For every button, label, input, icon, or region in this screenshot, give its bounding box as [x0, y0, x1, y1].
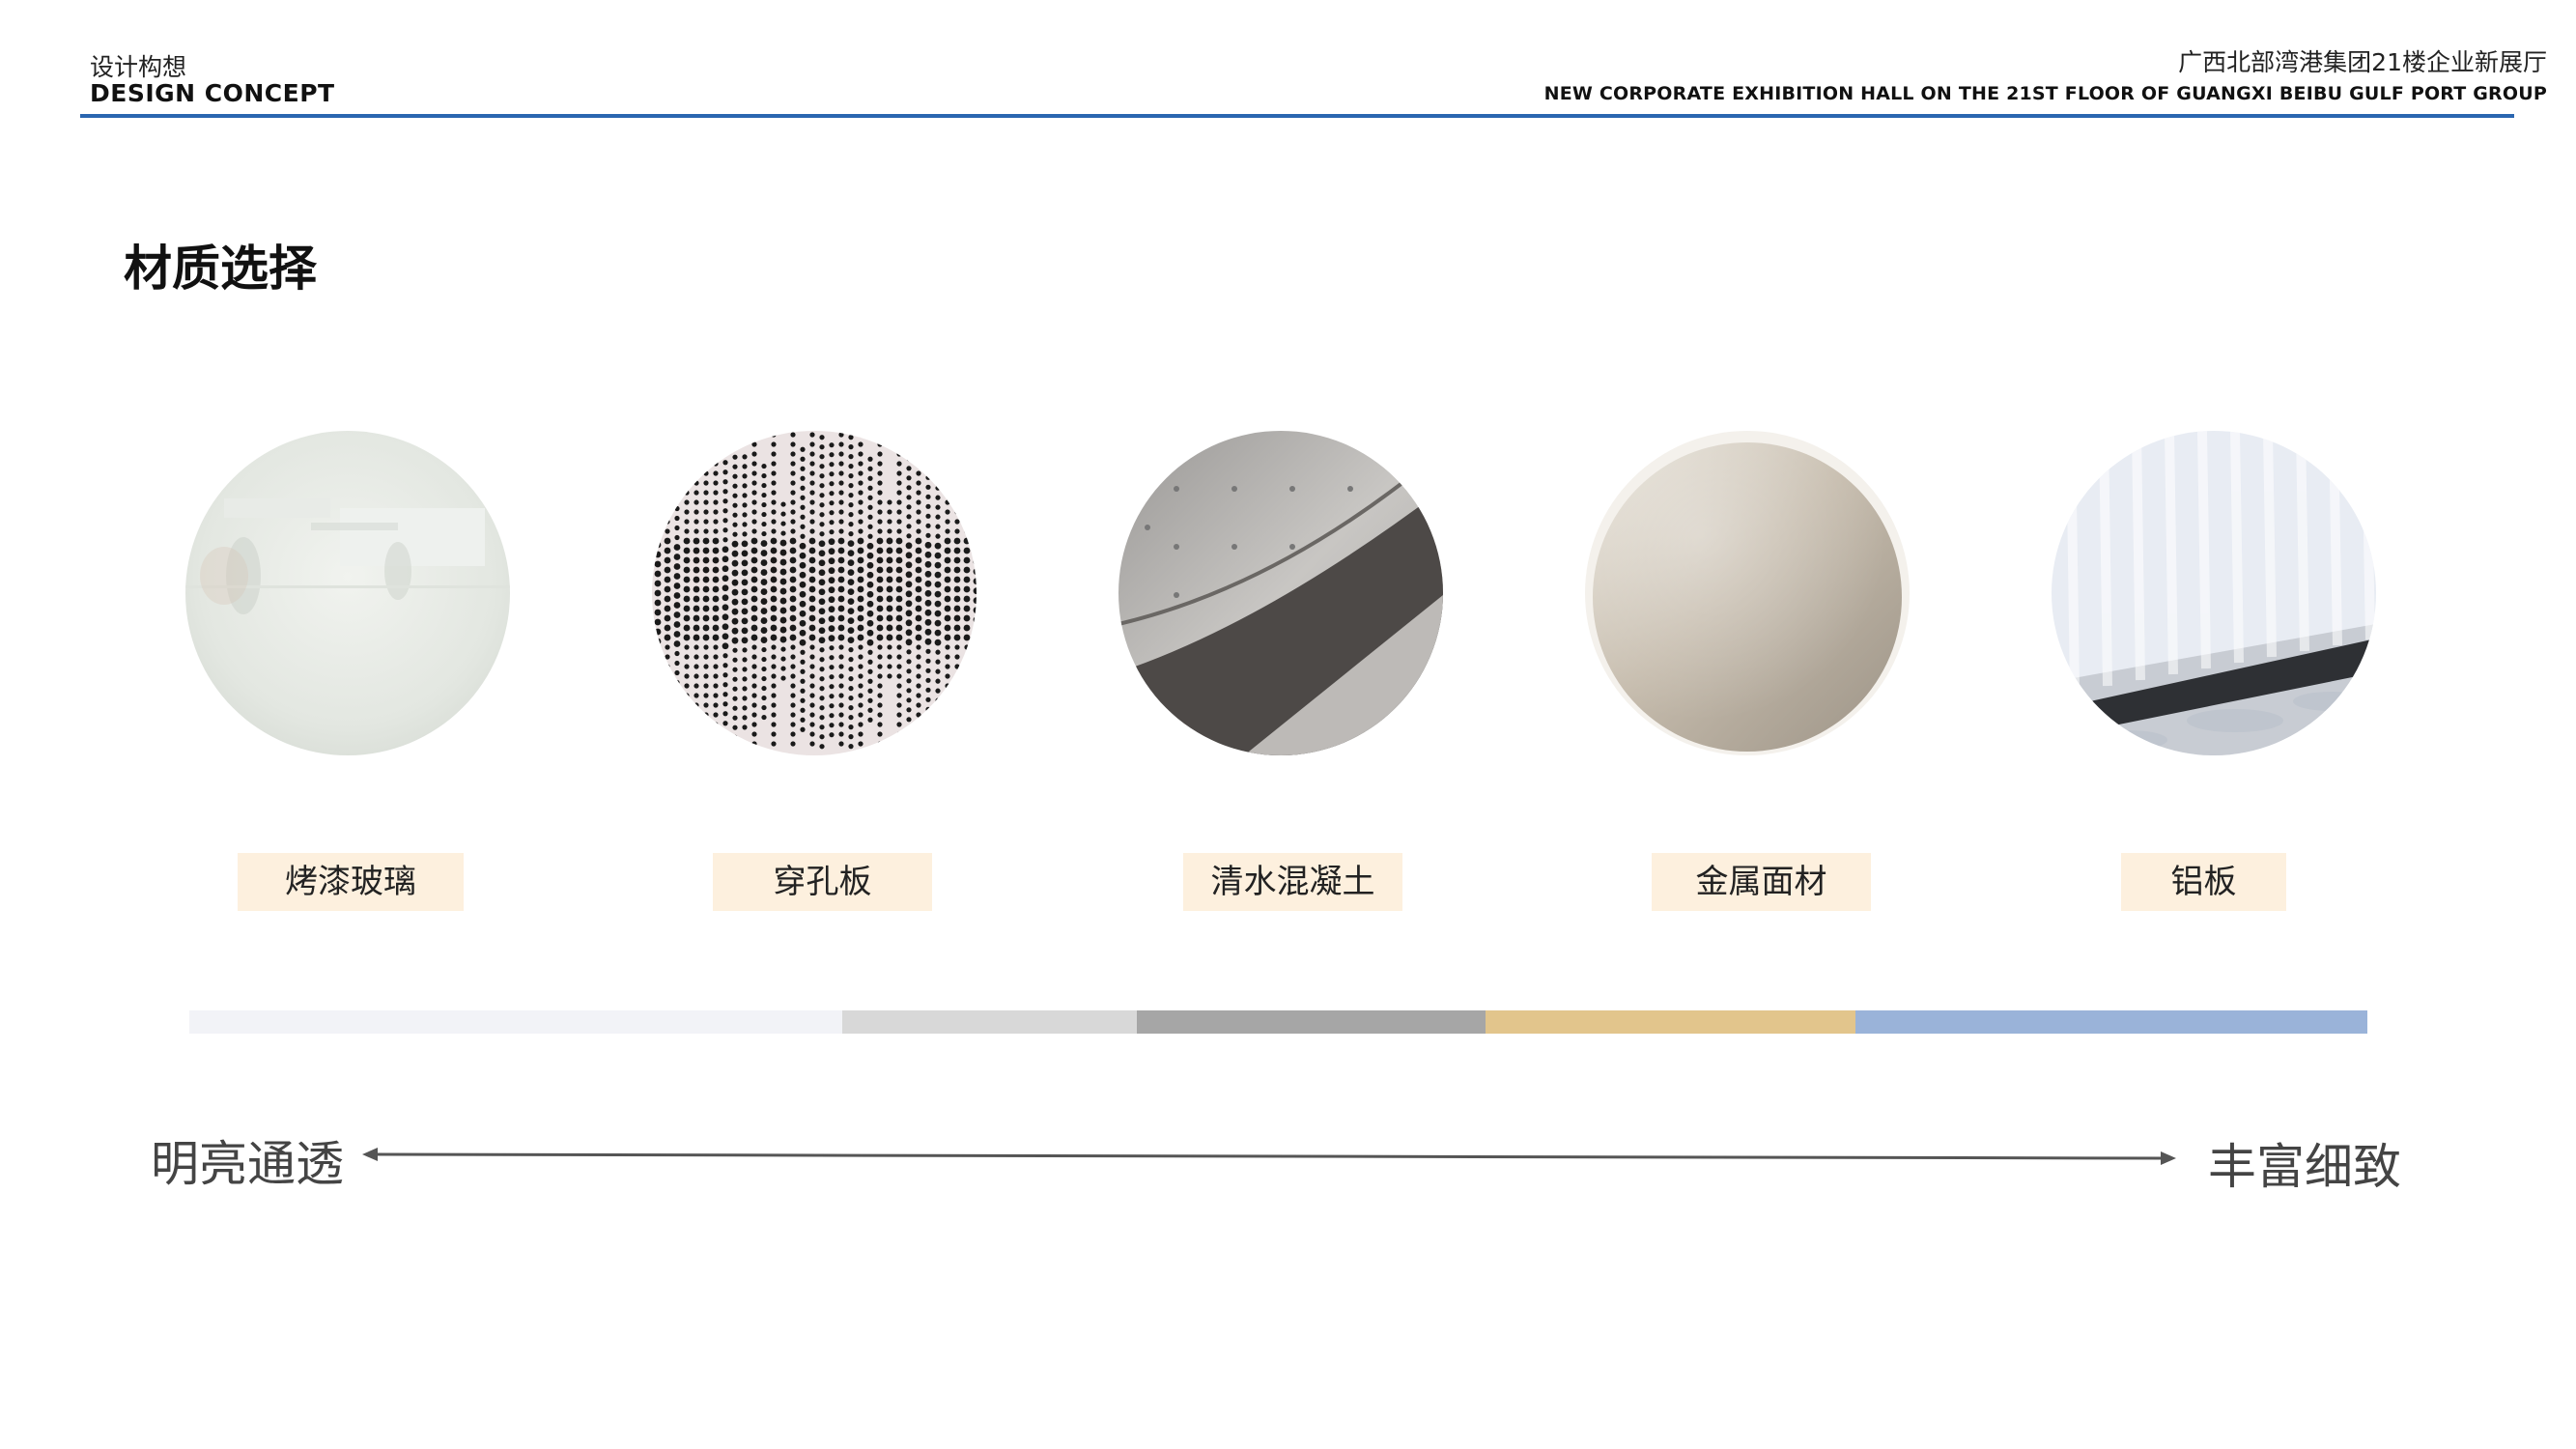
project-title-cn: 广西北部湾港集团21楼企业新展厅 — [2178, 48, 2547, 76]
spectrum-segment-1 — [189, 1010, 842, 1034]
page-title: 材质选择 — [124, 241, 317, 297]
section-title-en: DESIGN CONCEPT — [90, 79, 335, 107]
header-divider — [80, 114, 2514, 118]
double-arrow-icon — [362, 1148, 2176, 1165]
spectrum-segment-2 — [842, 1010, 1137, 1034]
material-label-metal-finish: 金属面材 — [1652, 853, 1871, 911]
frosted-glass-image — [185, 431, 510, 755]
section-title-cn: 设计构想 — [90, 53, 187, 81]
brushed-metal-image — [1585, 431, 1910, 755]
material-label-aluminum-panel: 铝板 — [2121, 853, 2286, 911]
bright-transparent-label: 明亮通透 — [151, 1136, 344, 1192]
project-title-en: NEW CORPORATE EXHIBITION HALL ON THE 21S… — [1543, 83, 2547, 104]
fair-faced-concrete-image — [1118, 431, 1443, 755]
material-label-fair-faced-concrete: 清水混凝土 — [1183, 853, 1402, 911]
material-label-baked-glass: 烤漆玻璃 — [238, 853, 464, 911]
perforated-panel-image — [652, 431, 977, 755]
aluminum-panel-image — [2052, 431, 2376, 755]
spectrum-segment-5 — [1855, 1010, 2367, 1034]
spectrum-segment-4 — [1486, 1010, 1855, 1034]
rich-detailed-label: 丰富细致 — [2208, 1139, 2401, 1195]
material-label-perforated-panel: 穿孔板 — [713, 853, 932, 911]
spectrum-segment-3 — [1137, 1010, 1486, 1034]
